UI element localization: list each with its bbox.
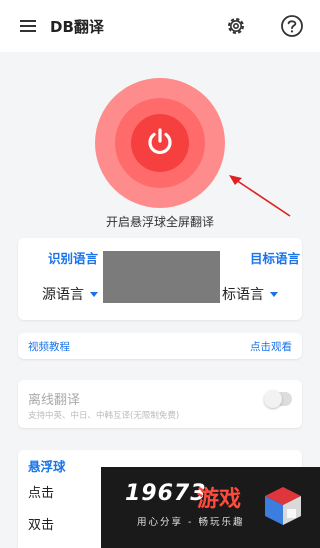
floating-ball-item-double-click[interactable]: 双击 — [28, 514, 54, 533]
watermark-word: 游戏 — [197, 487, 242, 512]
watch-link[interactable]: 点击观看 — [250, 339, 292, 354]
chevron-down-icon[interactable] — [90, 292, 98, 297]
swap-area-obscured[interactable] — [103, 251, 220, 303]
source-language-title: 识别语言 — [48, 251, 99, 266]
app-title: DB翻译 — [50, 18, 104, 36]
power-icon — [148, 128, 172, 155]
cube-logo-icon — [265, 487, 301, 525]
language-card: 识别语言 目标语言 源语言 标语言 — [18, 238, 302, 320]
offline-translate-subtitle: 支持中英、中日、中韩互译(无限制免费) — [28, 411, 180, 421]
target-language-select[interactable]: 标语言 — [222, 284, 264, 304]
video-tutorial-card[interactable]: 视频教程 点击观看 — [18, 333, 302, 359]
app-bar: DB翻译 — [0, 0, 320, 53]
offline-translate-title: 离线翻译 — [28, 393, 81, 408]
watermark-digits: 19673 — [125, 481, 207, 506]
source-language-select[interactable]: 源语言 — [42, 284, 84, 304]
power-button[interactable] — [95, 78, 225, 208]
power-caption: 开启悬浮球全屏翻译 — [105, 215, 214, 229]
offline-toggle-thumb[interactable] — [264, 390, 282, 408]
site-watermark: 19673 游戏 用心分享 - 畅玩乐趣 — [101, 467, 320, 548]
video-tutorial-label: 视频教程 — [28, 341, 70, 353]
target-language-title: 目标语言 — [250, 251, 301, 266]
gear-icon[interactable] — [224, 14, 248, 38]
menu-icon[interactable] — [16, 14, 40, 38]
watermark-slogan: 用心分享 - 畅玩乐趣 — [137, 517, 245, 528]
offline-translate-card: 离线翻译 支持中英、中日、中韩互译(无限制免费) — [18, 380, 302, 428]
chevron-down-icon[interactable] — [270, 292, 278, 297]
floating-ball-title: 悬浮球 — [28, 459, 66, 474]
help-icon[interactable] — [279, 13, 305, 39]
floating-ball-item-click[interactable]: 点击 — [28, 482, 54, 501]
